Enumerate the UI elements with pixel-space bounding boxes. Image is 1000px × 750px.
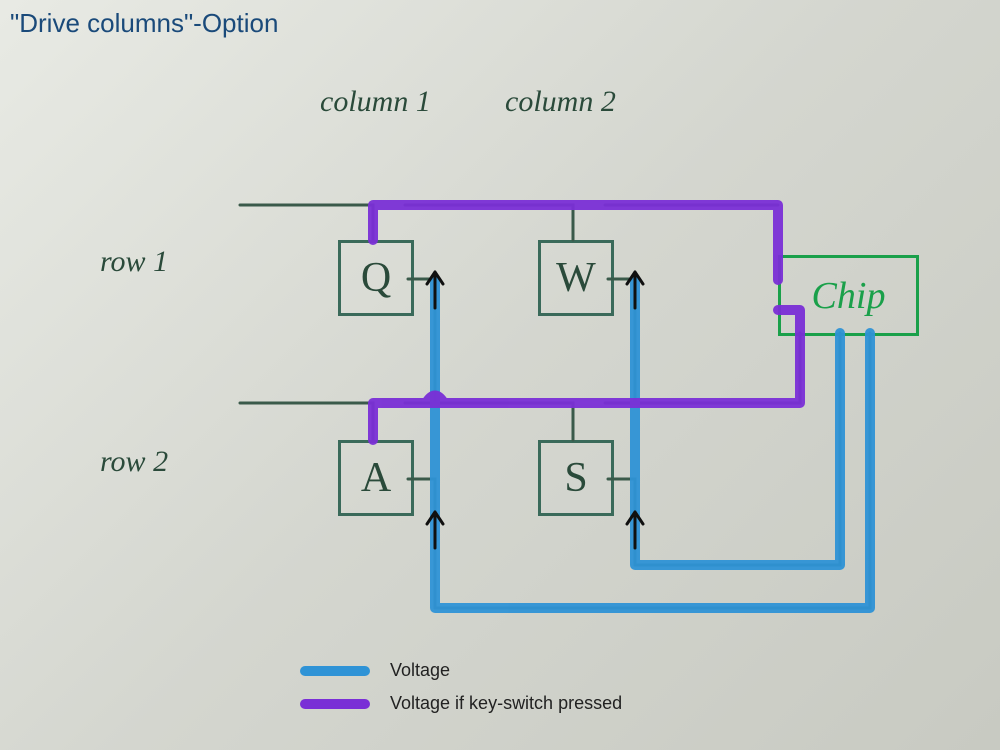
row2-label: row 2 — [100, 445, 168, 479]
legend-voltage: Voltage — [300, 660, 622, 681]
key-W: W — [538, 240, 614, 316]
page-title: "Drive columns"-Option — [10, 8, 278, 39]
column2-label: column 2 — [505, 85, 616, 119]
legend-voltage-pressed: Voltage if key-switch pressed — [300, 693, 622, 714]
legend-voltage-pressed-swatch — [300, 699, 370, 709]
chip-box: Chip — [778, 255, 919, 336]
legend-voltage-pressed-label: Voltage if key-switch pressed — [390, 693, 622, 714]
wiring-overlay — [0, 0, 1000, 750]
diode-w-icon — [632, 280, 640, 302]
key-A: A — [338, 440, 414, 516]
diode-s-icon — [632, 520, 640, 542]
legend-voltage-label: Voltage — [390, 660, 450, 681]
row1-label: row 1 — [100, 245, 168, 279]
column1-label: column 1 — [320, 85, 431, 119]
diode-q-icon — [432, 280, 440, 302]
key-S: S — [538, 440, 614, 516]
diode-a-icon — [432, 520, 440, 542]
legend-voltage-swatch — [300, 666, 370, 676]
legend: Voltage Voltage if key-switch pressed — [300, 660, 622, 726]
key-Q: Q — [338, 240, 414, 316]
